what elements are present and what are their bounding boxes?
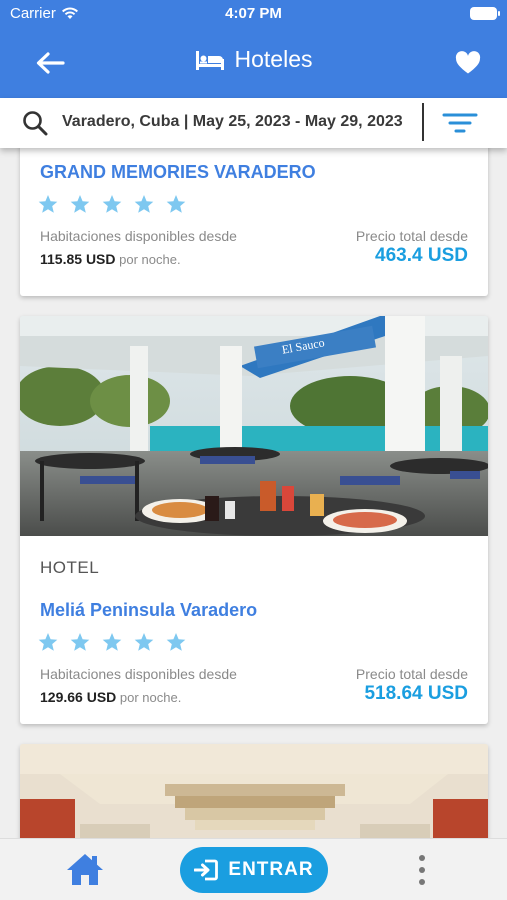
hotel-name[interactable]: GRAND MEMORIES VARADERO <box>40 162 316 183</box>
star-icon <box>70 633 90 651</box>
hotel-list[interactable]: GRAND MEMORIES VARADERO Habitaciones dis… <box>0 148 507 838</box>
price-per-night-value: 115.85 USD <box>40 251 116 267</box>
star-icon <box>38 633 58 651</box>
total-label: Precio total desde <box>355 666 468 682</box>
star-icon <box>102 633 122 651</box>
star-icon <box>166 195 186 213</box>
star-icon <box>134 633 154 651</box>
hotel-card[interactable] <box>20 744 488 838</box>
more-vertical-icon[interactable] <box>412 853 432 887</box>
header-title-group: Hoteles <box>0 46 507 73</box>
hotel-card[interactable]: GRAND MEMORIES VARADERO Habitaciones dis… <box>20 148 488 296</box>
search-criteria-text[interactable]: Varadero, Cuba | May 25, 2023 - May 29, … <box>62 113 403 131</box>
star-icon <box>166 633 186 651</box>
bottom-toolbar: ENTRAR <box>0 838 507 900</box>
total-label: Precio total desde <box>355 228 468 244</box>
availability-label: Habitaciones disponibles desde <box>40 228 237 244</box>
battery-icon <box>470 7 500 20</box>
hotel-name[interactable]: Meliá Peninsula Varadero <box>40 600 257 621</box>
heart-icon <box>455 51 481 74</box>
property-type: HOTEL <box>40 558 100 577</box>
total-price: 518.64 USD <box>364 683 468 704</box>
per-night-label: por noche. <box>119 690 182 705</box>
hotel-photo[interactable] <box>20 744 488 838</box>
page-title: Hoteles <box>234 46 313 72</box>
price-per-night: 129.66 USD por noche. <box>40 689 181 705</box>
star-icon <box>70 195 90 213</box>
star-icon <box>38 195 58 213</box>
total-price: 463.4 USD <box>375 245 468 266</box>
star-rating <box>38 632 186 652</box>
price-per-night: 115.85 USD por noche. <box>40 251 181 267</box>
star-icon <box>102 195 122 213</box>
login-icon <box>194 859 219 881</box>
availability-label: Habitaciones disponibles desde <box>40 666 237 682</box>
filter-icon[interactable] <box>442 110 478 136</box>
star-rating <box>38 194 186 214</box>
status-bar: Carrier 4:07 PM <box>0 0 507 26</box>
search-divider <box>422 103 424 141</box>
clock: 4:07 PM <box>225 5 282 22</box>
login-button-label: ENTRAR <box>228 859 314 880</box>
per-night-label: por noche. <box>119 252 181 267</box>
hotel-photo[interactable]: El Sauco <box>20 316 488 536</box>
bed-icon <box>195 50 224 70</box>
search-icon[interactable] <box>22 110 48 136</box>
search-summary-bar[interactable]: Varadero, Cuba | May 25, 2023 - May 29, … <box>0 98 507 148</box>
login-button[interactable]: ENTRAR <box>180 847 328 893</box>
hotel-card[interactable]: El Sauco HOTEL Meliá Peninsula Varadero … <box>20 316 488 724</box>
favorites-button[interactable] <box>451 46 485 80</box>
home-icon[interactable] <box>65 851 105 887</box>
app-header: Hoteles <box>0 26 507 98</box>
star-icon <box>134 195 154 213</box>
price-per-night-value: 129.66 USD <box>40 689 117 705</box>
